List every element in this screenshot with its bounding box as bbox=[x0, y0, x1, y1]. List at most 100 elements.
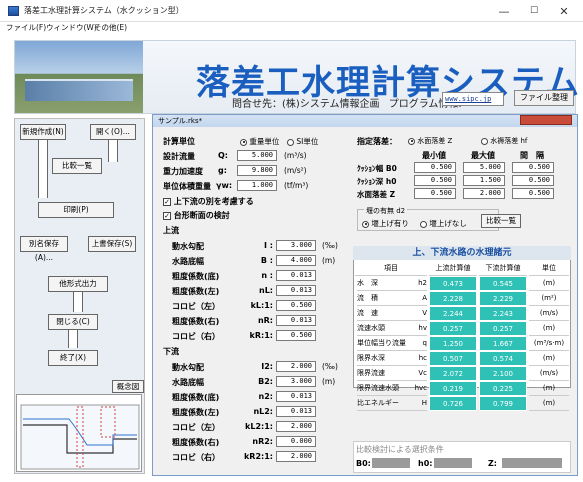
up-param-input[interactable]: 0.500 bbox=[276, 330, 316, 341]
col-max: 最大値 bbox=[471, 151, 495, 160]
down-param-input[interactable]: 2.000 bbox=[276, 361, 316, 372]
down-param-label: 粗度係数(左) bbox=[172, 408, 220, 417]
radio-icon bbox=[408, 137, 415, 145]
result-unit: (m³/s·m) bbox=[529, 336, 569, 351]
weir-option-no[interactable]: 堰上げなし bbox=[420, 218, 467, 229]
drop-input[interactable]: 1.500 bbox=[463, 175, 505, 186]
new-button[interactable]: 新規作成(N) bbox=[20, 124, 66, 140]
up-param-input[interactable]: 3.000 bbox=[276, 240, 316, 251]
result-downstream: 0.799 bbox=[479, 396, 527, 411]
down-param-input[interactable]: 3.000 bbox=[276, 376, 316, 387]
drop-input[interactable]: 0.500 bbox=[512, 188, 554, 199]
down-param-input[interactable]: 0.013 bbox=[276, 406, 316, 417]
other-format-button[interactable]: 他形式出力 bbox=[48, 276, 108, 292]
up-param-input[interactable]: 0.500 bbox=[276, 300, 316, 311]
result-symbol: A bbox=[405, 291, 427, 306]
up-param-symbol: nL: bbox=[259, 286, 273, 295]
concept-diagram-button[interactable]: 概念図 bbox=[112, 380, 144, 393]
h0-label: h0: bbox=[418, 459, 433, 468]
check-trapezoid[interactable]: ✓ 台形断面の検討 bbox=[163, 210, 230, 221]
result-item: 限界流速 bbox=[357, 366, 407, 381]
open-button[interactable]: 開く(O)... bbox=[90, 124, 136, 140]
units-option-si[interactable]: SI単位 bbox=[287, 136, 318, 147]
flow-line bbox=[108, 140, 118, 162]
up-param-input[interactable]: 0.013 bbox=[276, 285, 316, 296]
down-param-input[interactable]: 2.000 bbox=[276, 451, 316, 462]
gravity-unit: (m/s²) bbox=[284, 166, 307, 175]
drop-input[interactable]: 0.500 bbox=[414, 188, 456, 199]
maximize-button[interactable]: ☐ bbox=[519, 0, 549, 22]
drop-input[interactable]: 0.500 bbox=[414, 175, 456, 186]
drop-input[interactable]: 2.000 bbox=[463, 188, 505, 199]
result-item: 限界流速水頭 bbox=[357, 381, 407, 396]
drop-option-surface[interactable]: 水面落差 Z bbox=[408, 136, 452, 146]
menu-window[interactable]: ウィンドウ(W) bbox=[46, 22, 97, 34]
save-as-button[interactable]: 別名保存(A)... bbox=[20, 236, 68, 262]
drop-input[interactable]: 0.500 bbox=[512, 162, 554, 173]
result-item: 流 速 bbox=[357, 306, 407, 321]
col-upstream: 上流計算値 bbox=[429, 261, 477, 276]
weir-option-no-label: 堰上げなし bbox=[429, 219, 467, 228]
result-unit: (m/s) bbox=[529, 366, 569, 381]
up-param-input[interactable]: 0.013 bbox=[276, 315, 316, 326]
result-symbol: hc bbox=[405, 351, 427, 366]
units-option-weight[interactable]: 重量単位 bbox=[240, 136, 279, 147]
up-param-label: 粗度係数(底) bbox=[172, 272, 220, 281]
drop-input[interactable]: 5.000 bbox=[463, 162, 505, 173]
print-button[interactable]: 印刷(P) bbox=[38, 202, 114, 218]
down-param-symbol: nR2: bbox=[252, 437, 273, 446]
radio-icon bbox=[240, 138, 247, 146]
down-param-label: 動水勾配 bbox=[172, 363, 204, 372]
overwrite-save-button[interactable]: 上書保存(S) bbox=[88, 236, 136, 252]
menu-other[interactable]: その他(E) bbox=[94, 22, 127, 34]
down-param-input[interactable]: 2.000 bbox=[276, 421, 316, 432]
gravity-symbol: g: bbox=[218, 166, 227, 175]
compare-list-button[interactable]: 比較一覧 bbox=[52, 158, 102, 174]
flow-line bbox=[68, 330, 78, 348]
app-icon bbox=[8, 6, 19, 16]
down-param-label: 粗度係数(右) bbox=[172, 438, 220, 447]
check-updown[interactable]: ✓ 上下流の別を考慮する bbox=[163, 196, 254, 207]
gravity-label: 重力加速度 bbox=[163, 167, 203, 176]
up-param-label: 水路底幅 bbox=[172, 257, 204, 266]
up-param-symbol: nR: bbox=[257, 316, 273, 325]
down-param-input[interactable]: 0.013 bbox=[276, 391, 316, 402]
up-param-symbol: kL:1: bbox=[250, 301, 273, 310]
radio-icon bbox=[362, 220, 369, 228]
drop-option-cushion[interactable]: 水褥落差 hf bbox=[481, 136, 527, 146]
close-file-button[interactable]: 閉じる(C) bbox=[48, 314, 98, 330]
drop-input[interactable]: 0.500 bbox=[414, 162, 456, 173]
up-param-input[interactable]: 4.000 bbox=[276, 255, 316, 266]
result-symbol: Vc bbox=[405, 366, 427, 381]
unit-weight-input[interactable]: 1.000 bbox=[237, 180, 277, 191]
logo-image bbox=[15, 41, 143, 113]
down-param-input[interactable]: 0.000 bbox=[276, 436, 316, 447]
result-symbol: hvc bbox=[405, 381, 427, 396]
col-downstream: 下流計算値 bbox=[479, 261, 527, 276]
result-item: 流 積 bbox=[357, 291, 407, 306]
minimize-button[interactable]: — bbox=[489, 0, 519, 22]
b0-value bbox=[372, 458, 410, 468]
flow-line bbox=[73, 292, 83, 312]
units-label: 計算単位 bbox=[163, 137, 195, 146]
units-option-weight-label: 重量単位 bbox=[249, 137, 280, 146]
contact-company: (株)システム情報企画 bbox=[282, 99, 380, 110]
gravity-input[interactable]: 9.800 bbox=[237, 165, 277, 176]
flow-input[interactable]: 5.000 bbox=[237, 150, 277, 161]
weir-option-yes[interactable]: 堰上げ有り bbox=[362, 218, 409, 229]
file-manage-button[interactable]: ファイル整理 bbox=[514, 90, 574, 106]
up-param-label: 動水勾配 bbox=[172, 242, 204, 251]
exit-button[interactable]: 終了(X) bbox=[48, 350, 98, 366]
document-window-controls[interactable] bbox=[520, 115, 572, 125]
menu-file[interactable]: ファイル(F) bbox=[6, 22, 46, 34]
compare-button[interactable]: 比較一覧 bbox=[481, 214, 521, 228]
close-button[interactable]: ✕ bbox=[549, 0, 579, 22]
url-link[interactable]: www.sipc.jp bbox=[442, 92, 504, 106]
result-downstream: 2.243 bbox=[479, 306, 527, 321]
drop-label: 指定落差： bbox=[357, 137, 397, 146]
result-unit: (m/s) bbox=[529, 306, 569, 321]
up-param-input[interactable]: 0.013 bbox=[276, 270, 316, 281]
drop-input[interactable]: 0.500 bbox=[512, 175, 554, 186]
result-symbol: H bbox=[405, 396, 427, 411]
result-downstream: 0.545 bbox=[479, 276, 527, 291]
